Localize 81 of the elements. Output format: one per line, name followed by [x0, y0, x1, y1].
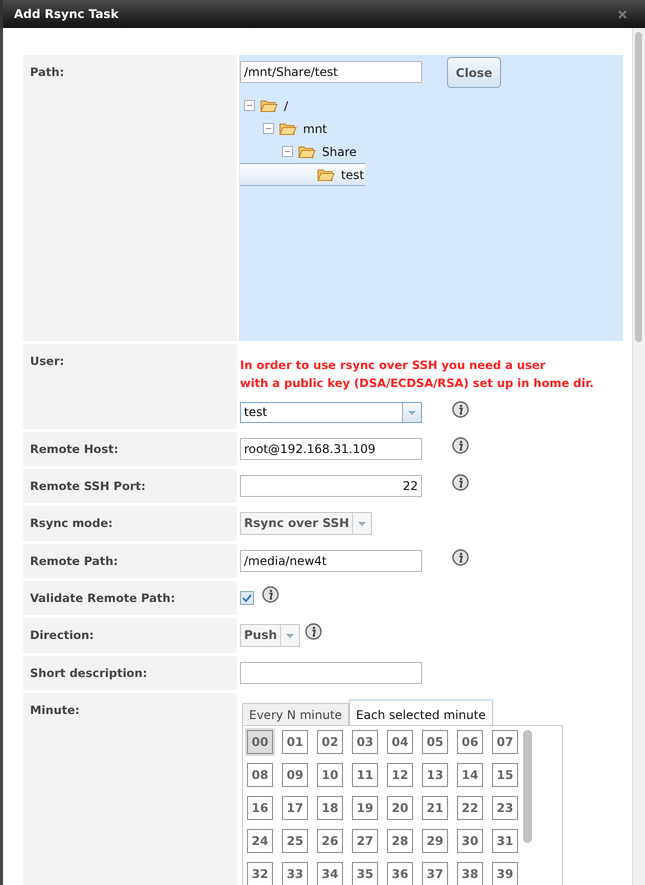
minute-toggle[interactable]: 18	[317, 796, 343, 820]
folder-icon	[260, 98, 278, 113]
field-label: Short description:	[23, 656, 237, 690]
input-field[interactable]	[240, 662, 422, 684]
field-label: Remote Path:	[23, 544, 237, 578]
minute-toggle[interactable]: 15	[492, 763, 518, 787]
minute-toggle[interactable]: 01	[282, 730, 308, 754]
minute-toggle[interactable]: 25	[282, 829, 308, 853]
minute-toggle[interactable]: 13	[422, 763, 448, 787]
tree-item[interactable]: test	[240, 163, 365, 186]
minute-toggle[interactable]: 36	[387, 862, 413, 885]
minute-toggle[interactable]: 00	[247, 730, 273, 754]
minute-toggle[interactable]: 14	[457, 763, 483, 787]
collapse-icon[interactable]	[282, 146, 293, 157]
window-title: Add Rsync Task	[14, 7, 119, 21]
field-label: Remote Host:	[23, 432, 237, 466]
minute-toggle[interactable]: 03	[352, 730, 378, 754]
field-label: Validate Remote Path:	[23, 581, 237, 615]
field-label: Path:	[23, 55, 237, 341]
select-field[interactable]: test	[240, 402, 422, 423]
minute-toggle[interactable]: 09	[282, 763, 308, 787]
folder-icon	[279, 121, 297, 136]
minute-toggle[interactable]: 08	[247, 763, 273, 787]
minute-toggle[interactable]: 37	[422, 862, 448, 885]
scrollbar[interactable]	[632, 28, 645, 885]
tree-item[interactable]: /	[240, 94, 365, 117]
minute-toggle[interactable]: 27	[352, 829, 378, 853]
minute-toggle[interactable]: 30	[457, 829, 483, 853]
folder-icon	[298, 144, 316, 159]
minute-toggle[interactable]: 23	[492, 796, 518, 820]
folder-icon	[317, 167, 335, 182]
tab[interactable]: Each selected minute	[349, 699, 493, 726]
caret-icon	[286, 634, 294, 638]
minute-toggle[interactable]: 28	[387, 829, 413, 853]
minute-toggle[interactable]: 34	[317, 862, 343, 885]
minute-toggle[interactable]: 32	[247, 862, 273, 885]
tree-item[interactable]: mnt	[240, 117, 365, 140]
dropdown[interactable]: Push	[240, 624, 300, 647]
close-button[interactable]: Close	[447, 57, 501, 88]
close-icon[interactable]	[618, 10, 627, 18]
tree-item[interactable]: Share	[240, 140, 365, 163]
minute-toggle[interactable]: 19	[352, 796, 378, 820]
input-field[interactable]: /mnt/Share/test	[240, 61, 422, 83]
minute-toggle[interactable]: 17	[282, 796, 308, 820]
minute-toggle[interactable]: 35	[352, 862, 378, 885]
minute-toggle[interactable]: 31	[492, 829, 518, 853]
minute-toggle[interactable]: 02	[317, 730, 343, 754]
minute-toggle[interactable]: 20	[387, 796, 413, 820]
minute-toggle[interactable]: 24	[247, 829, 273, 853]
minute-toggle[interactable]: 38	[457, 862, 483, 885]
field-label: Rsync mode:	[23, 506, 237, 541]
collapse-icon[interactable]	[263, 123, 274, 134]
checkbox[interactable]	[240, 591, 254, 605]
minute-toggle[interactable]: 04	[387, 730, 413, 754]
scrollbar[interactable]	[523, 730, 532, 843]
minute-toggle[interactable]: 05	[422, 730, 448, 754]
input-field[interactable]: root@192.168.31.109	[240, 438, 422, 460]
minute-toggle[interactable]: 16	[247, 796, 273, 820]
minute-toggle[interactable]: 33	[282, 862, 308, 885]
warning-text: In order to use rsync over SSH you need a user with a public key (DSA/ECDSA/RSA) set up in home dir.	[240, 357, 595, 392]
field-label: Remote SSH Port:	[23, 469, 237, 503]
collapse-icon[interactable]	[244, 100, 255, 111]
dropdown[interactable]: Rsync over SSH	[240, 512, 372, 535]
tab[interactable]: Every N minute	[242, 703, 350, 725]
minute-toggle[interactable]: 26	[317, 829, 343, 853]
input-field[interactable]: 22	[240, 475, 422, 497]
minute-toggle[interactable]: 22	[457, 796, 483, 820]
minute-toggle[interactable]: 06	[457, 730, 483, 754]
field-label: Direction:	[23, 618, 237, 653]
input-field[interactable]: /media/new4t	[240, 550, 422, 572]
field-label: Minute:	[23, 693, 237, 885]
minute-toggle[interactable]: 11	[352, 763, 378, 787]
minute-toggle[interactable]: 21	[422, 796, 448, 820]
caret-icon	[358, 522, 366, 526]
minute-toggle[interactable]: 29	[422, 829, 448, 853]
field-label: User:	[23, 344, 237, 429]
minute-toggle[interactable]: 12	[387, 763, 413, 787]
caret-icon	[408, 410, 416, 414]
minute-toggle[interactable]: 07	[492, 730, 518, 754]
minute-toggle[interactable]: 39	[492, 862, 518, 885]
minute-toggle[interactable]: 10	[317, 763, 343, 787]
